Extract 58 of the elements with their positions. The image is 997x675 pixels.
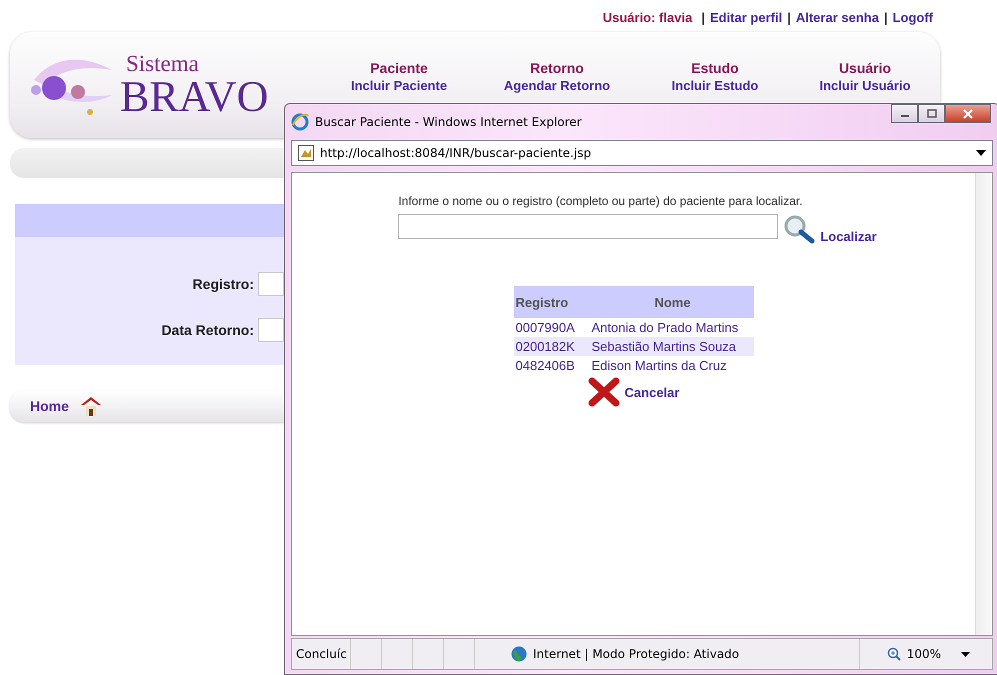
table-cell-text: Antonia do Prado Martins — [592, 320, 740, 335]
user-link[interactable]: Alterar senha — [796, 10, 879, 28]
separator: | — [701, 10, 705, 27]
browser-icon — [291, 113, 309, 131]
maximize-icon — [926, 109, 936, 118]
instruction-text: Informe o nome ou o registro (completo ou parte) do paciente para localizar. — [398, 194, 804, 208]
cancel-link[interactable]: Cancelar — [624, 384, 680, 400]
search-link[interactable]: Localizar — [820, 229, 877, 244]
search-icon — [783, 214, 816, 244]
home-link[interactable]: Home — [30, 398, 69, 414]
house-icon — [78, 395, 103, 417]
logo-text: Sistema — [125, 52, 200, 74]
separator: | — [884, 10, 888, 27]
menu-link[interactable]: Incluir Estudo — [672, 77, 758, 95]
close-icon — [962, 108, 974, 118]
user-link[interactable]: Editar perfil — [710, 10, 782, 28]
zoom-level[interactable]: 100% — [906, 647, 941, 661]
address-bar[interactable]: http://localhost:8084/INR/buscar-paciente.jsp — [291, 140, 993, 166]
window-title: Buscar Paciente - Windows Internet Explorer — [315, 115, 582, 129]
table-cell-text: 0007990A — [514, 320, 576, 335]
menu-title: Estudo — [691, 59, 739, 77]
separator: | — [787, 10, 791, 27]
table-cell-text: 0482406B — [514, 358, 576, 373]
dropdown-arrow-icon — [961, 652, 970, 656]
user-label: Usuário: flavia — [602, 10, 692, 27]
globe-icon — [511, 646, 527, 662]
result-row[interactable]: 0200182K Sebastião Martins Souza — [514, 337, 754, 356]
menu-link[interactable]: Incluir Usuário — [819, 77, 911, 95]
table-cell-text: Sebastião Martins Souza — [592, 339, 738, 354]
scrollbar[interactable] — [975, 173, 992, 635]
minimize-button[interactable] — [891, 104, 918, 123]
logo-text: BRAVO — [120, 74, 268, 118]
search-field[interactable] — [398, 214, 778, 239]
menu-title: Paciente — [370, 59, 428, 77]
table-cell-text: Edison Martins da Cruz — [592, 358, 728, 373]
status-text: Concluíc — [295, 647, 344, 661]
maximize-button[interactable] — [918, 104, 945, 123]
page-icon — [298, 145, 314, 161]
url-text: http://localhost:8084/INR/buscar-paciente.jsp — [320, 146, 592, 160]
dropdown-arrow-icon — [976, 150, 986, 156]
user-link[interactable]: Logoff — [892, 10, 933, 28]
menu-link[interactable]: Incluir Paciente — [350, 77, 448, 95]
cross-icon — [588, 377, 620, 407]
column-header: Nome — [653, 294, 692, 310]
result-row[interactable]: 0482406B Edison Martins da Cruz — [514, 356, 754, 375]
input-field[interactable] — [258, 318, 284, 342]
field-label: Data Retorno: — [161, 322, 254, 338]
table-cell-text: 0200182K — [514, 339, 576, 354]
zone-text: Internet | Modo Protegido: Ativado — [533, 639, 860, 669]
input-field[interactable] — [258, 272, 284, 296]
menu-title: Retorno — [530, 59, 584, 77]
column-header: Registro — [514, 294, 570, 310]
close-button[interactable] — [945, 104, 991, 123]
zoom-icon — [886, 647, 901, 661]
result-row[interactable]: 0007990A Antonia do Prado Martins — [514, 318, 754, 337]
menu-link[interactable]: Agendar Retorno — [504, 77, 610, 95]
menu-title: Usuário — [838, 59, 892, 77]
field-label: Registro: — [192, 276, 254, 292]
